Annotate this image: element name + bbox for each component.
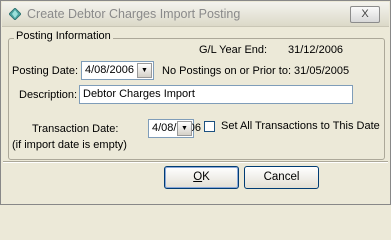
description-value: Debtor Charges Import	[83, 88, 195, 100]
close-button[interactable]: X	[350, 6, 380, 23]
cancel-button[interactable]: Cancel	[244, 166, 319, 189]
footer-divider	[3, 161, 388, 163]
group-legend: Posting Information	[14, 30, 113, 42]
transaction-date-picker[interactable]: 4/08/2006 ▼	[148, 119, 201, 138]
diamond-app-icon	[9, 8, 21, 20]
ok-label-rest: K	[202, 171, 210, 183]
description-input[interactable]: Debtor Charges Import	[79, 85, 353, 104]
posting-date-value: 4/08/2006	[85, 64, 134, 76]
set-all-transactions-label[interactable]: Set All Transactions to This Date	[221, 120, 380, 132]
gl-year-end-label: G/L Year End:	[199, 44, 268, 56]
window-title: Create Debtor Charges Import Posting	[27, 7, 241, 21]
chevron-down-icon[interactable]: ▼	[137, 63, 152, 78]
transaction-date-label: Transaction Date:	[32, 123, 119, 135]
ok-button[interactable]: OK	[164, 166, 239, 189]
posting-date-label: Posting Date:	[12, 65, 79, 77]
set-all-transactions-checkbox[interactable]	[204, 121, 215, 132]
description-label: Description:	[19, 89, 78, 101]
close-icon: X	[361, 8, 369, 20]
chevron-down-icon[interactable]: ▼	[177, 121, 192, 136]
ok-mnemonic: O	[193, 171, 203, 183]
empty-date-note: (if import date is empty)	[12, 139, 127, 151]
title-bar[interactable]: Create Debtor Charges Import Posting X	[2, 2, 389, 27]
dialog-window: Create Debtor Charges Import Posting X P…	[0, 0, 391, 205]
gl-year-end-value: 31/12/2006	[288, 44, 344, 56]
no-postings-note: No Postings on or Prior to: 31/05/2005	[162, 65, 350, 77]
posting-date-picker[interactable]: 4/08/2006 ▼	[81, 61, 154, 80]
